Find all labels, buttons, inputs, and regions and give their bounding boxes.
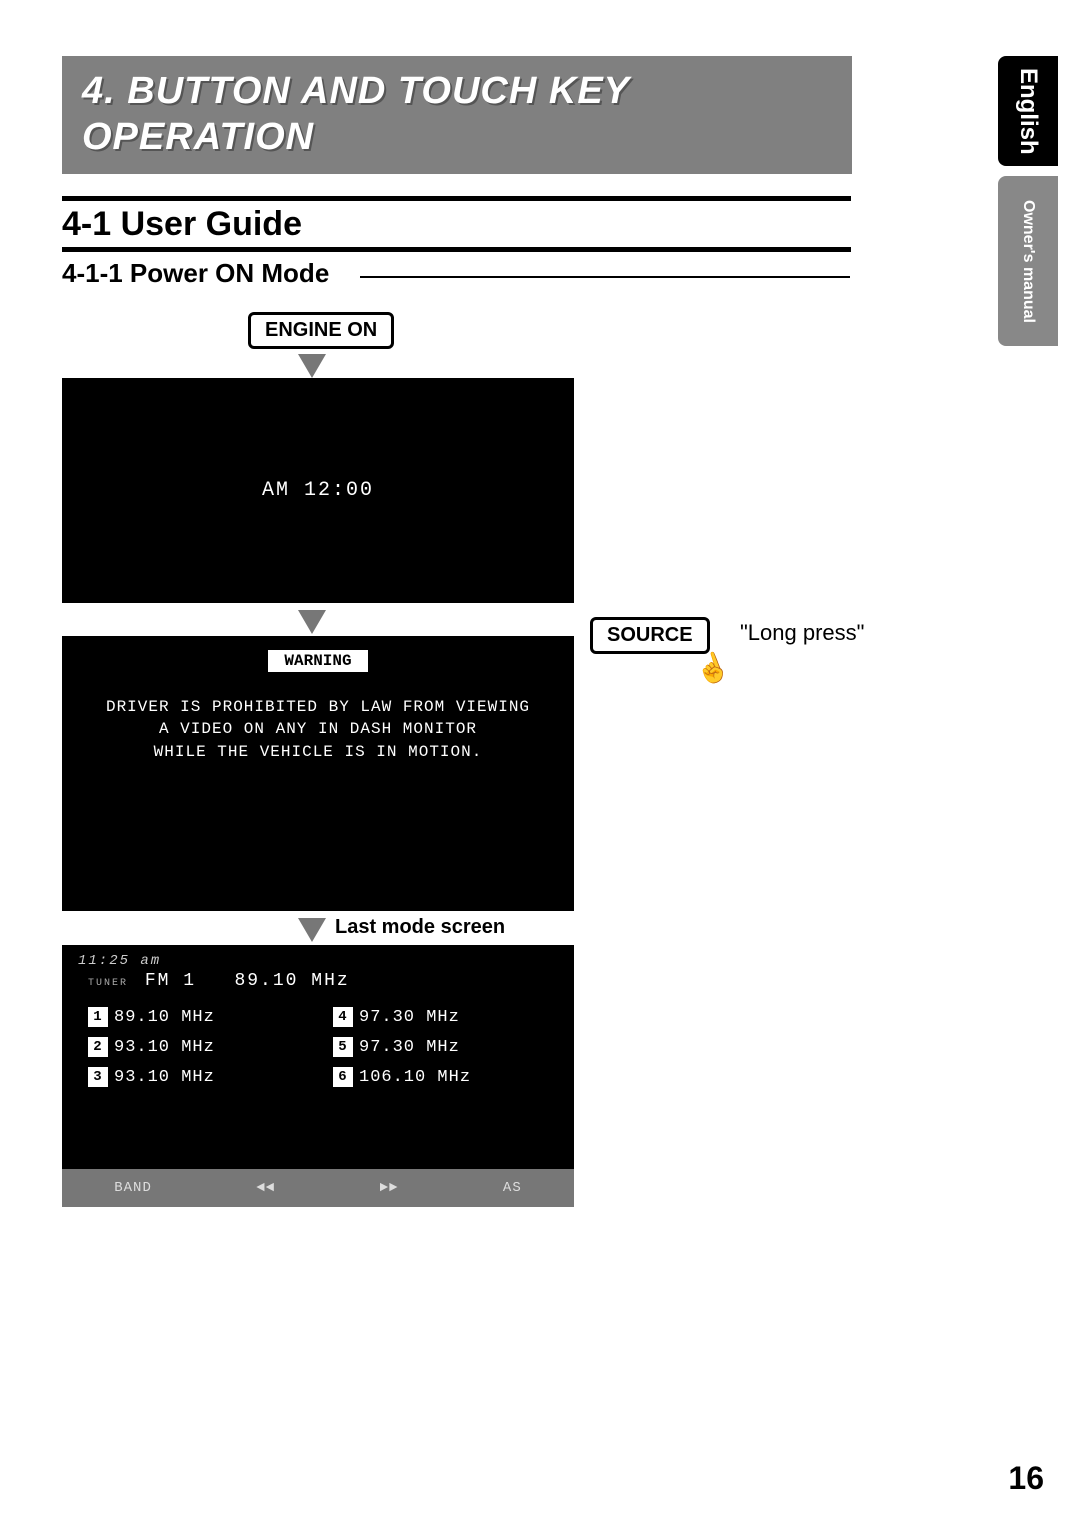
engine-on-label: ENGINE ON	[248, 312, 394, 349]
last-mode-screen-label: Last mode screen	[335, 916, 505, 939]
preset-item[interactable]: 1 89.10 MHz	[88, 1007, 309, 1027]
down-arrow-icon	[298, 354, 326, 378]
preset-frequency: 97.30 MHz	[359, 1038, 460, 1057]
preset-item[interactable]: 4 97.30 MHz	[333, 1007, 554, 1027]
tuner-tag: TUNER	[88, 978, 128, 989]
status-time: 11:25 am	[78, 953, 558, 969]
warning-line: DRIVER IS PROHIBITED BY LAW FROM VIEWING	[62, 696, 574, 718]
tab-owners-label: Owner's manual	[1019, 200, 1037, 323]
clock-screen: AM 12:00	[62, 378, 574, 603]
warning-line: WHILE THE VEHICLE IS IN MOTION.	[62, 741, 574, 763]
band-button[interactable]: BAND	[114, 1180, 152, 1196]
warning-badge: WARNING	[268, 650, 367, 672]
tuner-screen: 11:25 am TUNER FM 1 89.10 MHz 1 89.10 MH…	[62, 945, 574, 1207]
source-button-label: SOURCE	[590, 617, 710, 654]
banner-line1: 4. BUTTON AND TOUCH KEY	[82, 69, 852, 115]
as-button[interactable]: AS	[503, 1180, 522, 1196]
clock-time: AM 12:00	[262, 479, 374, 502]
down-arrow-icon	[298, 610, 326, 634]
long-press-label: "Long press"	[740, 620, 864, 646]
preset-item[interactable]: 3 93.10 MHz	[88, 1067, 309, 1087]
warning-screen: WARNING DRIVER IS PROHIBITED BY LAW FROM…	[62, 636, 574, 911]
chapter-banner: 4. BUTTON AND TOUCH KEY OPERATION	[62, 56, 852, 174]
preset-frequency: 93.10 MHz	[114, 1068, 215, 1087]
preset-frequency: 93.10 MHz	[114, 1038, 215, 1057]
preset-grid: 1 89.10 MHz 4 97.30 MHz 2 93.10 MHz 5 97.30…	[78, 1007, 558, 1087]
preset-item[interactable]: 6 106.10 MHz	[333, 1067, 554, 1087]
next-button[interactable]: ►►	[380, 1180, 399, 1196]
preset-item[interactable]: 5 97.30 MHz	[333, 1037, 554, 1057]
tab-english: English	[998, 56, 1058, 166]
banner-line2: OPERATION	[82, 115, 852, 161]
divider	[62, 196, 851, 201]
preset-number: 3	[88, 1067, 108, 1087]
band-label: FM 1	[145, 971, 196, 991]
preset-frequency: 97.30 MHz	[359, 1008, 460, 1027]
preset-frequency: 106.10 MHz	[359, 1068, 471, 1087]
heading-user-guide: 4-1 User Guide	[62, 205, 302, 244]
divider	[360, 276, 850, 278]
tab-owners-manual: Owner's manual	[998, 176, 1058, 346]
preset-number: 6	[333, 1067, 353, 1087]
warning-line: A VIDEO ON ANY IN DASH MONITOR	[62, 718, 574, 740]
tab-english-label: English	[1014, 68, 1042, 155]
divider	[62, 247, 851, 252]
preset-number: 2	[88, 1037, 108, 1057]
heading-power-on-mode: 4-1-1 Power ON Mode	[62, 258, 329, 289]
tuner-bottom-bar: BAND ◄◄ ►► AS	[62, 1169, 574, 1207]
preset-item[interactable]: 2 93.10 MHz	[88, 1037, 309, 1057]
prev-button[interactable]: ◄◄	[256, 1180, 275, 1196]
down-arrow-icon	[298, 918, 326, 942]
preset-number: 1	[88, 1007, 108, 1027]
preset-frequency: 89.10 MHz	[114, 1008, 215, 1027]
current-frequency: 89.10 MHz	[234, 971, 349, 991]
preset-number: 4	[333, 1007, 353, 1027]
page-number: 16	[1008, 1460, 1044, 1497]
preset-number: 5	[333, 1037, 353, 1057]
